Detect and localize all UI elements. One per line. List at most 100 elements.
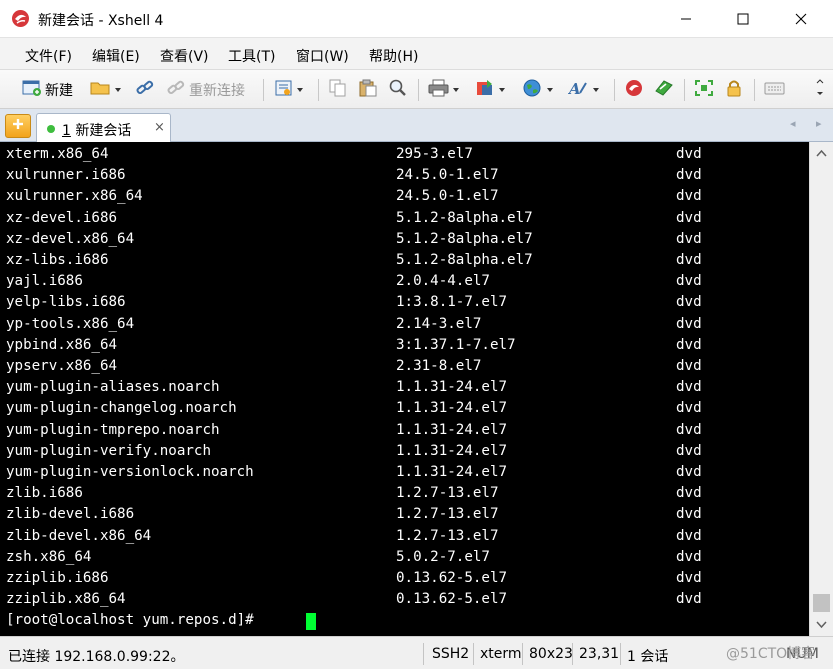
terminal-scrollbar[interactable] xyxy=(809,142,833,636)
package-repo: dvd xyxy=(676,400,702,417)
tab-label: 1 新建会话 xyxy=(62,120,131,140)
toolbar-overflow-button[interactable] xyxy=(815,78,825,102)
package-name: ypserv.x86_64 xyxy=(6,358,118,374)
package-name: yajl.i686 xyxy=(6,273,83,290)
package-repo: dvd xyxy=(676,591,702,608)
chevron-down-icon xyxy=(297,88,303,92)
properties-button[interactable] xyxy=(274,78,303,102)
watermark: @51CTO博客 xyxy=(726,646,816,662)
package-name: xz-libs.i686 xyxy=(6,252,109,268)
package-name: xulrunner.x86_64 xyxy=(6,188,143,205)
package-repo: dvd xyxy=(676,209,702,226)
shell-prompt-line[interactable]: [root@localhost yum.repos.d]# xyxy=(0,610,809,631)
minimize-button[interactable] xyxy=(663,0,709,38)
package-name: zlib-devel.i686 xyxy=(6,506,135,523)
package-repo: dvd xyxy=(676,358,702,374)
globe-button[interactable] xyxy=(522,78,553,102)
print-button[interactable] xyxy=(428,78,459,102)
scroll-up-button[interactable] xyxy=(810,142,833,164)
terminal-line: zlib-devel.x86_64 1.2.7-13.el7 dvd xyxy=(0,526,809,547)
package-version: 0.13.62-5.el7 xyxy=(396,591,508,608)
chevron-down-icon xyxy=(547,88,553,92)
tab-scroll-right-icon[interactable]: ▸ xyxy=(816,117,822,130)
protocol-status: SSH2 xyxy=(432,646,470,662)
package-version: 2.31-8.el7 xyxy=(396,358,482,374)
xftp-button[interactable] xyxy=(654,78,674,102)
package-version: 1.1.31-24.el7 xyxy=(396,421,508,438)
package-repo: dvd xyxy=(676,294,702,311)
scrollbar-thumb[interactable] xyxy=(813,594,830,612)
terminal-line: zlib-devel.i686 1.2.7-13.el7 dvd xyxy=(0,504,809,525)
copy-button[interactable] xyxy=(328,78,348,102)
chevron-down-icon xyxy=(593,88,599,92)
status-divider xyxy=(620,643,621,665)
new-session-button[interactable]: 新建 xyxy=(22,78,73,102)
package-repo: dvd xyxy=(676,485,702,502)
tab-session-1[interactable]: 1 新建会话 × xyxy=(36,113,171,142)
printer-icon xyxy=(428,79,450,101)
terminal-view[interactable]: xterm.x86_64 295-3.el7 dvd xulrunner.i686 24… xyxy=(0,142,809,636)
package-version: 1.1.31-24.el7 xyxy=(396,400,508,417)
package-version: 2.0.4-4.el7 xyxy=(396,273,490,290)
close-button[interactable] xyxy=(778,0,824,38)
menu-bar: 文件(F) 编辑(E) 查看(V) 工具(T) 窗口(W) 帮助(H) xyxy=(0,38,833,70)
package-repo: dvd xyxy=(676,230,702,247)
terminal-line: zlib.i686 1.2.7-13.el7 dvd xyxy=(0,483,809,504)
package-name: xz-devel.x86_64 xyxy=(6,230,135,247)
terminal-line: zsh.x86_64 5.0.2-7.el7 dvd xyxy=(0,547,809,568)
lock-button[interactable] xyxy=(724,78,744,102)
xshell-logo-button[interactable] xyxy=(624,78,644,102)
fullscreen-icon xyxy=(694,79,714,101)
terminal-line: xz-libs.i686 5.1.2-8alpha.el7 dvd xyxy=(0,250,809,271)
keyboard-button[interactable] xyxy=(764,78,786,102)
package-repo: dvd xyxy=(676,146,702,162)
terminal-line: xterm.x86_64 295-3.el7 dvd xyxy=(0,144,809,165)
find-button[interactable] xyxy=(388,78,408,102)
menu-tools[interactable]: 工具(T) xyxy=(228,46,275,66)
paste-button[interactable] xyxy=(358,78,378,102)
package-repo: dvd xyxy=(676,506,702,523)
copy-icon xyxy=(328,79,348,101)
package-version: 1.2.7-13.el7 xyxy=(396,527,499,544)
package-name: zlib.i686 xyxy=(6,485,83,502)
menu-edit[interactable]: 编辑(E) xyxy=(92,46,140,66)
menu-help[interactable]: 帮助(H) xyxy=(369,46,418,66)
tab-title: 新建会话 xyxy=(75,123,132,139)
transfer-icon xyxy=(474,79,496,101)
package-repo: dvd xyxy=(676,379,702,396)
package-version: 24.5.0-1.el7 xyxy=(396,188,499,205)
chevron-down-icon xyxy=(115,88,121,92)
scroll-down-button[interactable] xyxy=(810,614,833,636)
status-divider xyxy=(423,643,424,665)
terminal-line: yelp-libs.i686 1:3.8.1-7.el7 dvd xyxy=(0,292,809,313)
toolbar-divider xyxy=(754,79,755,101)
fullscreen-button[interactable] xyxy=(694,78,714,102)
package-version: 1:3.8.1-7.el7 xyxy=(396,294,508,311)
xshell-logo-icon xyxy=(624,79,644,101)
font-button[interactable]: A xyxy=(567,78,599,102)
title-bar: 新建会话 - Xshell 4 xyxy=(0,0,833,38)
package-name: yelp-libs.i686 xyxy=(6,294,126,311)
new-tab-button[interactable] xyxy=(5,114,31,138)
package-version: 5.1.2-8alpha.el7 xyxy=(396,252,533,268)
status-divider xyxy=(473,643,474,665)
chevron-up-icon xyxy=(816,149,827,157)
tab-scroll-left-icon[interactable]: ◂ xyxy=(790,117,796,130)
svg-text:A: A xyxy=(568,80,581,97)
menu-window[interactable]: 窗口(W) xyxy=(296,46,349,66)
window-title: 新建会话 - Xshell 4 xyxy=(38,13,164,29)
package-repo: dvd xyxy=(676,570,702,586)
package-version: 5.1.2-8alpha.el7 xyxy=(396,230,533,247)
tab-close-icon[interactable]: × xyxy=(154,120,165,135)
maximize-button[interactable] xyxy=(720,0,766,38)
terminal-line: yum-plugin-versionlock.noarch 1.1.31-24.e… xyxy=(0,462,809,483)
transfer-button[interactable] xyxy=(474,78,505,102)
terminal-line: ypserv.x86_64 2.31-8.el7 dvd xyxy=(0,356,809,377)
connect-button[interactable] xyxy=(135,78,155,102)
open-folder-button[interactable] xyxy=(90,78,121,102)
toolbar-divider xyxy=(684,79,685,101)
shell-prompt: [root@localhost yum.repos.d]# xyxy=(6,612,263,629)
reconnect-button[interactable]: 重新连接 xyxy=(166,78,245,102)
menu-file[interactable]: 文件(F) xyxy=(25,46,72,66)
menu-view[interactable]: 查看(V) xyxy=(160,46,209,66)
